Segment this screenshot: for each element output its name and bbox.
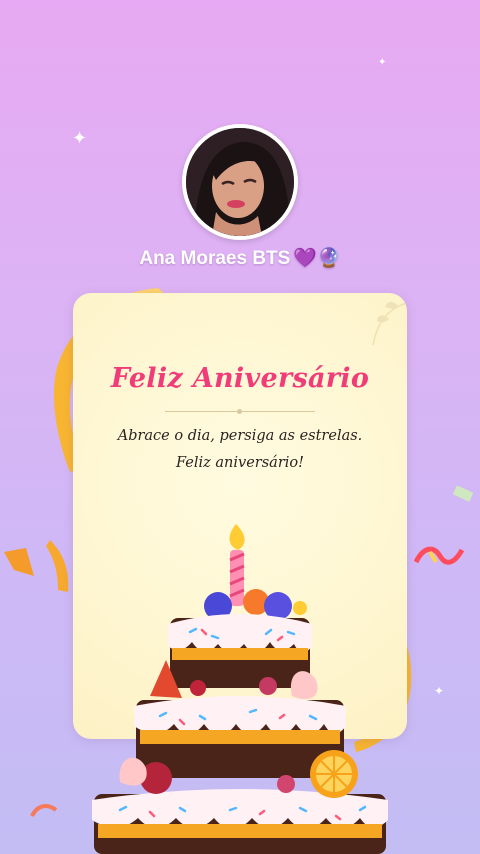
birthday-cake-icon (92, 524, 388, 854)
divider (165, 409, 315, 414)
confetti-icon (452, 486, 474, 502)
purple-heart-crystal-ball-emoji: 💜🔮 (293, 248, 341, 269)
confetti-icon (414, 546, 464, 565)
profile-name: Ana Moraes BTS 💜🔮 (0, 246, 480, 270)
confetti-icon (4, 548, 34, 576)
sparkle-icon: ✦ (72, 128, 88, 148)
candle-icon (229, 524, 245, 606)
sparkle-icon: ✦ (434, 684, 445, 698)
confetti-icon (30, 804, 58, 818)
card-message: Abrace o dia, persiga as estrelas. Feliz… (117, 428, 363, 471)
profile-photo (186, 128, 294, 236)
sparkle-icon: ✦ (378, 57, 387, 68)
confetti-icon (46, 540, 69, 592)
card-title: Feliz Aniversário (110, 363, 370, 394)
avatar[interactable] (182, 124, 298, 240)
profile-name-text: Ana Moraes BTS (139, 248, 291, 269)
leaf-decoration-icon (372, 301, 407, 346)
